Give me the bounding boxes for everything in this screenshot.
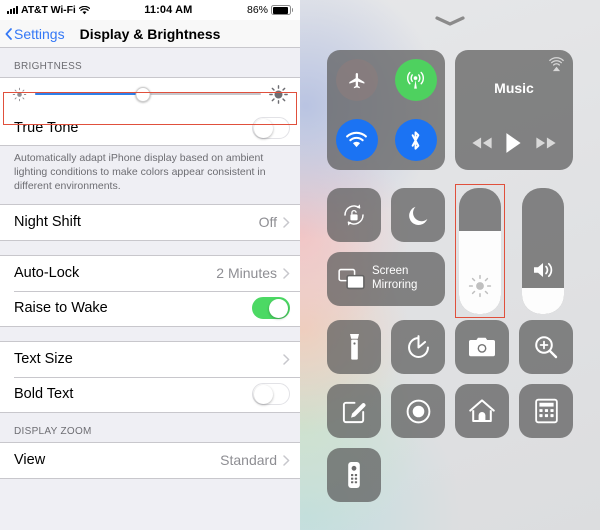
brightness-slider-track[interactable]: [35, 86, 261, 102]
auto-lock-value: 2 Minutes: [216, 265, 277, 282]
screenshot-root: AT&T Wi-Fi 11:04 AM 86% Settings Display…: [0, 0, 600, 530]
magnifier-button[interactable]: [519, 320, 573, 374]
night-shift-row[interactable]: Night Shift Off: [0, 204, 300, 240]
true-tone-toggle[interactable]: [252, 116, 290, 139]
control-center-pane: Music Screen Mirroring: [300, 0, 600, 530]
bluetooth-icon: [408, 129, 423, 152]
chevron-right-icon: [283, 216, 290, 228]
brightness-high-icon: [269, 84, 288, 104]
screen-mirroring-label: Screen Mirroring: [372, 265, 417, 292]
moon-icon: [406, 203, 431, 228]
calculator-button[interactable]: [519, 384, 573, 438]
wifi-icon: [78, 5, 90, 15]
speaker-icon: [522, 260, 564, 280]
magnifier-icon: [533, 334, 559, 360]
auto-lock-row[interactable]: Auto-Lock 2 Minutes: [0, 255, 300, 291]
timer-icon: [405, 334, 432, 361]
home-icon: [468, 398, 496, 424]
screen-mirroring-label-line2: Mirroring: [372, 279, 418, 291]
autolock-group: Auto-Lock 2 Minutes Raise to Wake: [0, 254, 300, 327]
raise-to-wake-label: Raise to Wake: [14, 300, 108, 317]
navigation-bar: Settings Display & Brightness: [0, 20, 300, 48]
brightness-section-header: BRIGHTNESS: [14, 61, 83, 72]
brightness-slider[interactable]: [459, 188, 501, 314]
text-group: Text Size Bold Text: [0, 340, 300, 413]
settings-pane: AT&T Wi-Fi 11:04 AM 86% Settings Display…: [0, 0, 300, 530]
timer-button[interactable]: [391, 320, 445, 374]
home-button[interactable]: [455, 384, 509, 438]
chevron-right-icon: [283, 267, 290, 279]
notes-icon: [341, 398, 368, 425]
screen-record-button[interactable]: [391, 384, 445, 438]
screen-record-icon: [405, 398, 432, 425]
auto-lock-label: Auto-Lock: [14, 265, 80, 282]
cellular-data-toggle[interactable]: [394, 59, 437, 101]
music-module: Music: [455, 50, 573, 170]
music-title: Music: [494, 80, 534, 96]
true-tone-row[interactable]: True Tone: [0, 110, 300, 145]
chevron-down-icon[interactable]: [433, 14, 467, 28]
text-size-label: Text Size: [14, 351, 73, 368]
flashlight-button[interactable]: [327, 320, 381, 374]
view-value: Standard: [220, 452, 277, 469]
fast-forward-icon[interactable]: [535, 136, 557, 150]
night-shift-label: Night Shift: [14, 214, 81, 231]
screen-mirroring-button[interactable]: Screen Mirroring: [327, 252, 445, 306]
cellular-signal-icon: [7, 6, 18, 14]
camera-button[interactable]: [455, 320, 509, 374]
remote-icon: [347, 461, 361, 489]
play-icon[interactable]: [505, 132, 522, 154]
brightness-slider-row[interactable]: [0, 78, 300, 110]
brightness-group: True Tone: [0, 77, 300, 146]
airplane-mode-toggle[interactable]: [335, 59, 378, 101]
display-zoom-group: View Standard: [0, 441, 300, 479]
status-bar-time: 11:04 AM: [144, 4, 193, 16]
night-shift-value: Off: [258, 214, 277, 231]
carrier-label: AT&T Wi-Fi: [21, 4, 76, 16]
airplane-icon: [346, 70, 367, 91]
bluetooth-toggle[interactable]: [394, 119, 437, 161]
volume-slider[interactable]: [522, 188, 564, 314]
calculator-icon: [534, 398, 558, 424]
wifi-toggle[interactable]: [335, 119, 378, 161]
battery-percent-label: 86%: [246, 4, 268, 16]
rewind-icon[interactable]: [471, 136, 493, 150]
raise-to-wake-row[interactable]: Raise to Wake: [0, 290, 300, 326]
screen-mirroring-label-line1: Screen: [372, 265, 409, 278]
flashlight-icon: [348, 333, 361, 361]
display-zoom-section-header: DISPLAY ZOOM: [14, 425, 92, 437]
rotation-lock-button[interactable]: [327, 188, 381, 242]
true-tone-label: True Tone: [14, 119, 79, 136]
connectivity-module: [327, 50, 445, 170]
bold-text-row[interactable]: Bold Text: [0, 376, 300, 412]
back-button[interactable]: Settings: [0, 26, 65, 42]
back-button-label: Settings: [14, 25, 65, 42]
text-size-row[interactable]: Text Size: [0, 341, 300, 377]
airplay-icon[interactable]: [548, 57, 565, 74]
shortcuts-grid: [327, 320, 573, 512]
chevron-right-icon: [283, 454, 290, 466]
raise-to-wake-toggle[interactable]: [252, 297, 290, 320]
view-row[interactable]: View Standard: [0, 442, 300, 478]
camera-icon: [468, 336, 496, 358]
battery-icon: [271, 5, 293, 15]
bold-text-toggle[interactable]: [252, 383, 290, 406]
status-bar: AT&T Wi-Fi 11:04 AM 86%: [0, 0, 300, 20]
brightness-low-icon: [12, 87, 27, 102]
brightness-icon: [459, 274, 501, 298]
chevron-right-icon: [283, 353, 290, 365]
notes-button[interactable]: [327, 384, 381, 438]
chevron-left-icon: [5, 27, 12, 40]
screen-mirroring-icon: [338, 268, 365, 290]
bold-text-label: Bold Text: [14, 386, 74, 403]
true-tone-description: Automatically adapt iPhone display based…: [14, 152, 266, 192]
view-label: View: [14, 452, 46, 469]
apple-tv-remote-button[interactable]: [327, 448, 381, 502]
wifi-icon: [345, 131, 368, 149]
rotation-lock-icon: [340, 201, 368, 229]
night-shift-group: Night Shift Off: [0, 203, 300, 241]
cellular-icon: [404, 69, 427, 92]
do-not-disturb-button[interactable]: [391, 188, 445, 242]
